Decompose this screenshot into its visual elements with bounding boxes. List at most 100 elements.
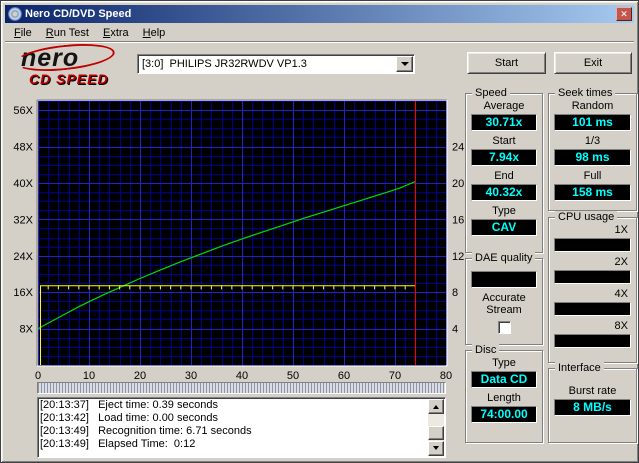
drive-select-combobox[interactable]: [3:0] PHILIPS JR32RWDV VP1.3 [137, 54, 415, 74]
cpu-4x-value [554, 302, 631, 316]
seek-full-value: 158 ms [554, 184, 631, 201]
svg-text:0: 0 [35, 370, 41, 382]
svg-text:20: 20 [134, 370, 146, 382]
speed-panel-title: Speed [472, 87, 510, 99]
titlebar[interactable]: Nero CD/DVD Speed ✕ [5, 5, 634, 23]
scrollbar-thumb[interactable] [428, 426, 444, 440]
log-lines: [20:13:37] Eject time: 0.39 seconds [20:… [40, 399, 427, 456]
cpu-usage-panel-title: CPU usage [555, 211, 618, 223]
speed-chart-svg: 0 10 20 30 40 50 60 70 80 8X 16X 24X 32X 40X 48X 56X 4 8 1… [13, 99, 464, 382]
cpu-usage-panel: CPU usage 1X 2X 4X 8X [548, 211, 637, 363]
svg-text:24X: 24X [13, 251, 33, 263]
log-line: [20:13:42] Load time: 0.00 seconds [40, 412, 218, 424]
svg-text:40X: 40X [13, 178, 33, 190]
disc-type-value: Data CD [471, 371, 537, 388]
combo-dropdown-button[interactable] [396, 56, 413, 72]
svg-text:16X: 16X [13, 287, 33, 299]
svg-text:24: 24 [452, 142, 464, 154]
dae-quality-value [471, 271, 537, 288]
disc-length-value: 74:00.00 [471, 406, 537, 423]
app-icon [8, 7, 22, 21]
menu-run-test[interactable]: Run Test [39, 25, 96, 41]
svg-text:10: 10 [83, 370, 95, 382]
svg-text:12: 12 [452, 251, 464, 263]
exit-button[interactable]: Exit [554, 52, 632, 74]
dae-quality-panel: DAE quality Accurate Stream [465, 252, 543, 345]
svg-text:60: 60 [338, 370, 350, 382]
log-scrollbar[interactable] [428, 399, 444, 456]
menubar: File Run Test Extra Help [5, 24, 634, 42]
seek-third-label: 1/3 [584, 135, 601, 147]
nero-wordmark: nero [13, 39, 133, 76]
speed-chart: 0 10 20 30 40 50 60 70 80 8X 16X 24X 32X 40X 48X 56X 4 8 1… [2, 93, 464, 385]
cpu-4x-label: 4X [614, 288, 628, 300]
start-button[interactable]: Start [467, 52, 546, 74]
svg-text:48X: 48X [13, 142, 33, 154]
cpu-2x-label: 2X [614, 256, 628, 268]
svg-text:20: 20 [452, 178, 464, 190]
arrow-up-icon [433, 402, 439, 409]
progress-bar [37, 382, 446, 394]
drive-select-value: [3:0] PHILIPS JR32RWDV VP1.3 [142, 58, 307, 70]
svg-text:80: 80 [440, 370, 452, 382]
accurate-stream-label: Accurate Stream [482, 292, 526, 316]
close-button[interactable]: ✕ [616, 7, 632, 21]
burst-rate-value: 8 MB/s [554, 399, 631, 416]
cpu-1x-label: 1X [614, 224, 628, 236]
burst-rate-label: Burst rate [568, 385, 617, 397]
log-line: [20:13:49] Recognition time: 6.71 second… [40, 425, 252, 437]
app-window: Nero CD/DVD Speed ✕ File Run Test Extra … [0, 0, 639, 463]
svg-text:50: 50 [287, 370, 299, 382]
cpu-1x-value [554, 238, 631, 252]
window-title: Nero CD/DVD Speed [25, 8, 132, 20]
seek-random-value: 101 ms [554, 114, 631, 131]
seek-full-label: Full [583, 170, 602, 182]
svg-text:8: 8 [452, 287, 458, 299]
arrow-down-icon [433, 446, 439, 453]
chevron-down-icon [400, 62, 409, 70]
logo-text-cdspeed: CD SPEED [29, 71, 109, 87]
svg-text:16: 16 [452, 214, 464, 226]
scroll-down-button[interactable] [428, 441, 444, 456]
log-listbox[interactable]: [20:13:37] Eject time: 0.39 seconds [20:… [37, 397, 446, 458]
cpu-8x-value [554, 334, 631, 348]
speed-panel: Speed Average 30.71x Start 7.94x End 40.… [465, 87, 543, 253]
speed-type-value: CAV [471, 219, 537, 236]
cpu-2x-value [554, 270, 631, 284]
svg-text:8X: 8X [20, 324, 34, 336]
svg-text:56X: 56X [13, 105, 33, 117]
speed-type-label: Type [492, 205, 516, 217]
seek-times-panel: Seek times Random 101 ms 1/3 98 ms Full … [548, 87, 637, 211]
svg-text:4: 4 [452, 324, 458, 336]
dae-quality-panel-title: DAE quality [472, 252, 536, 264]
seek-third-value: 98 ms [554, 149, 631, 166]
interface-panel: Interface Burst rate 8 MB/s [548, 362, 637, 443]
seek-random-label: Random [571, 100, 614, 112]
accurate-stream-checkbox[interactable] [497, 321, 511, 334]
log-line: [20:13:37] Eject time: 0.39 seconds [40, 399, 218, 411]
interface-panel-title: Interface [555, 362, 604, 374]
svg-text:32X: 32X [13, 214, 33, 226]
menu-extra[interactable]: Extra [96, 25, 136, 41]
log-line: [20:13:49] Elapsed Time: 0:12 [40, 438, 196, 450]
svg-text:30: 30 [185, 370, 197, 382]
menu-help[interactable]: Help [136, 25, 173, 41]
speed-start-label: Start [492, 135, 516, 147]
disc-length-label: Length [487, 392, 521, 404]
speed-start-value: 7.94x [471, 149, 537, 166]
nero-logo: nero CD SPEED [13, 39, 133, 87]
cpu-8x-label: 8X [614, 320, 628, 332]
svg-text:70: 70 [389, 370, 401, 382]
speed-end-value: 40.32x [471, 184, 537, 201]
menu-file[interactable]: File [7, 25, 39, 41]
speed-end-label: End [494, 170, 514, 182]
disc-panel-title: Disc [472, 344, 500, 356]
disc-type-label: Type [492, 357, 516, 369]
close-icon: ✕ [620, 9, 628, 19]
scroll-up-button[interactable] [428, 399, 444, 414]
seek-times-panel-title: Seek times [555, 87, 616, 99]
speed-average-label: Average [483, 100, 525, 112]
speed-average-value: 30.71x [471, 114, 537, 131]
disc-panel: Disc Type Data CD Length 74:00.00 [465, 344, 543, 443]
svg-text:40: 40 [236, 370, 248, 382]
